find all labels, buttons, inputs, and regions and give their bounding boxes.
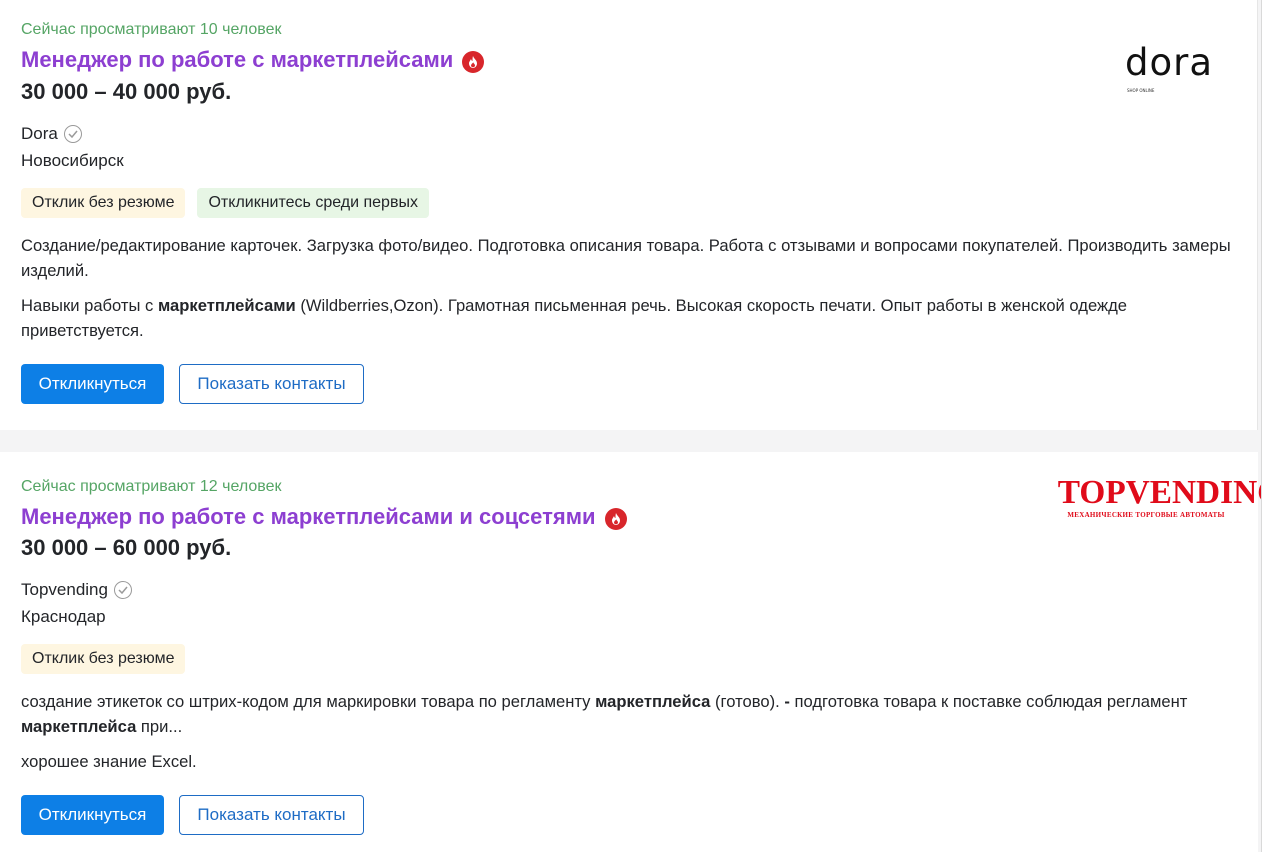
company-name[interactable]: Topvending [21, 580, 108, 600]
company-link[interactable]: Dora [21, 124, 82, 144]
responsibilities: создание этикеток со штрих-кодом для мар… [21, 689, 1236, 739]
company-name[interactable]: Dora [21, 124, 58, 144]
fire-icon [604, 507, 627, 530]
viewers-count: Сейчас просматривают 12 человек [21, 478, 282, 495]
vacancy-card: Сейчас просматривают 10 человек Менеджер… [0, 0, 1258, 430]
check-circle-icon [63, 125, 82, 143]
respond-button[interactable]: Откликнуться [21, 364, 164, 404]
tag-no-resume: Отклик без резюме [21, 644, 186, 674]
responsibilities: Создание/редактирование карточек. Загруз… [21, 236, 1231, 280]
vacancy-title[interactable]: Менеджер по работе с маркетплейсами [21, 47, 453, 73]
viewers-count: Сейчас просматривают 10 человек [21, 21, 282, 38]
show-contacts-button[interactable]: Показать контакты [179, 364, 364, 404]
check-circle-icon [113, 581, 132, 599]
requirements-text: Навыки работы с [21, 296, 158, 315]
requirements: Навыки работы с маркетплейсами (Wildberr… [21, 293, 1236, 343]
tag-no-resume: Отклик без резюме [21, 188, 186, 218]
vacancy-title[interactable]: Менеджер по работе с маркетплейсами и со… [21, 504, 596, 530]
responsibilities-text: создание этикеток со штрих-кодом для мар… [21, 692, 596, 711]
company-logo[interactable]: TOPVENDING МЕХАНИЧЕСКИЕ ТОРГОВЫЕ АВТОМАТ… [1056, 474, 1262, 527]
logo-text: TOPVENDING [1057, 474, 1262, 511]
city: Новосибирск [21, 151, 124, 170]
highlight: маркетплейсами [157, 296, 296, 315]
show-contacts-button[interactable]: Показать контакты [179, 795, 364, 835]
responsibilities-text: подготовка товара к поставке соблюдая ре… [789, 692, 1188, 711]
responsibilities-text: при... [136, 717, 183, 736]
salary: 30 000 – 60 000 руб. [21, 535, 232, 560]
tags: Отклик без резюме [21, 644, 186, 674]
company-logo[interactable]: dora SHOP ONLINE [1125, 38, 1225, 93]
city: Краснодар [21, 607, 106, 626]
logo-subtext: МЕХАНИЧЕСКИЕ ТОРГОВЫЕ АВТОМАТЫ [1067, 511, 1225, 519]
tags: Отклик без резюме Откликнитесь среди пер… [21, 188, 429, 218]
requirements: хорошее знание Excel. [21, 752, 197, 771]
vacancy-title-link[interactable]: Менеджер по работе с маркетплейсами [21, 47, 485, 73]
highlight: маркетплейса [595, 692, 711, 711]
company-link[interactable]: Topvending [21, 580, 132, 600]
salary: 30 000 – 40 000 руб. [21, 79, 232, 104]
logo-subtext: SHOP ONLINE [1127, 88, 1155, 93]
tag-be-first: Откликнитесь среди первых [197, 188, 429, 218]
vacancy-title-link[interactable]: Менеджер по работе с маркетплейсами и со… [21, 504, 627, 530]
responsibilities-text: (готово). [710, 692, 785, 711]
fire-icon [462, 50, 485, 73]
highlight: маркетплейса [21, 717, 137, 736]
respond-button[interactable]: Откликнуться [21, 795, 164, 835]
